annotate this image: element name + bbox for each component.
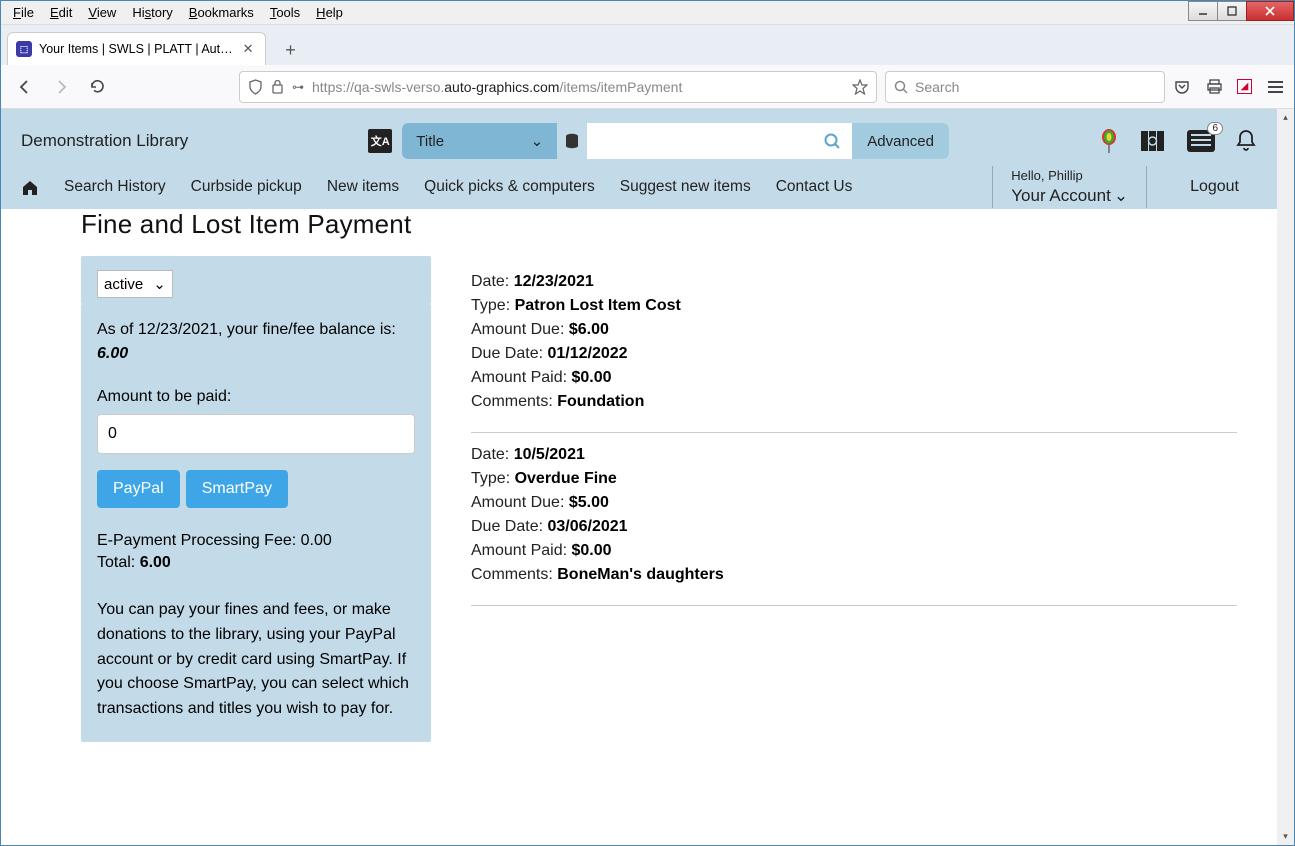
chevron-down-icon: ⌄ [153, 275, 166, 293]
language-icon[interactable]: 文A [368, 129, 392, 153]
tab-title: Your Items | SWLS | PLATT | Aut… [39, 42, 233, 56]
toolbar: ⊶ https://qa-swls-verso.auto-graphics.co… [1, 65, 1294, 109]
shield-icon [248, 79, 263, 95]
paypal-button[interactable]: PayPal [97, 470, 180, 508]
menu-file[interactable]: File [5, 3, 42, 22]
balance-text: As of 12/23/2021, your fine/fee balance … [97, 318, 415, 366]
menu-tools[interactable]: Tools [262, 3, 308, 22]
tab-close-button[interactable]: ✕ [240, 41, 257, 57]
status-filter-dropdown[interactable]: active ⌄ [97, 270, 173, 298]
notifications-bell-icon[interactable] [1235, 129, 1257, 153]
page-title: Fine and Lost Item Payment [81, 209, 1277, 240]
bookmark-star-icon[interactable] [852, 79, 868, 95]
amount-input[interactable] [97, 414, 415, 454]
list-badge: 6 [1207, 122, 1223, 135]
window-close-button[interactable] [1246, 1, 1294, 21]
chevron-down-icon: ⌄ [531, 132, 544, 150]
smartpay-button[interactable]: SmartPay [186, 470, 288, 508]
app-menu-button[interactable] [1266, 78, 1284, 96]
payment-panel: active ⌄ [81, 256, 431, 304]
search-type-dropdown[interactable]: Title ⌄ [402, 123, 557, 159]
scroll-up-arrow[interactable]: ▴ [1277, 109, 1294, 126]
lists-button[interactable]: 6 [1187, 130, 1215, 152]
nav-contact-us[interactable]: Contact Us [776, 178, 853, 196]
new-tab-button[interactable]: + [276, 35, 306, 65]
nav-curbside-pickup[interactable]: Curbside pickup [191, 178, 302, 196]
window-maximize-button[interactable] [1217, 1, 1247, 21]
extension-icon[interactable]: ◢ [1237, 79, 1252, 94]
nav-new-items[interactable]: New items [327, 178, 399, 196]
nav-search-history[interactable]: Search History [64, 178, 166, 196]
total-line: Total: 6.00 [97, 554, 415, 572]
pocket-icon[interactable] [1173, 78, 1191, 96]
fines-list: Date: 12/23/2021Type: Patron Lost Item C… [471, 256, 1277, 742]
menu-edit[interactable]: Edit [42, 3, 80, 22]
chevron-down-icon: ⌄ [1114, 185, 1128, 206]
address-bar[interactable]: ⊶ https://qa-swls-verso.auto-graphics.co… [239, 71, 877, 103]
home-icon[interactable] [21, 179, 39, 196]
processing-fee: E-Payment Processing Fee: 0.00 [97, 532, 415, 550]
menu-history[interactable]: History [124, 3, 180, 22]
amount-label: Amount to be paid: [97, 388, 415, 406]
nav-quick-picks[interactable]: Quick picks & computers [424, 178, 595, 196]
menu-view[interactable]: View [80, 3, 124, 22]
reload-button[interactable] [83, 73, 111, 101]
fine-item: Date: 12/23/2021Type: Patron Lost Item C… [471, 260, 1237, 433]
tab-strip: ⬚ Your Items | SWLS | PLATT | Aut… ✕ + [1, 25, 1294, 65]
catalog-search-input[interactable] [587, 123, 812, 159]
window-minimize-button[interactable] [1188, 1, 1218, 21]
account-menu[interactable]: Hello, Phillip Your Account⌄ [992, 166, 1147, 208]
search-button[interactable] [812, 123, 852, 159]
library-nav: Search History Curbside pickup New items… [1, 165, 1277, 209]
library-name: Demonstration Library [21, 131, 188, 151]
greeting: Hello, Phillip [1011, 168, 1128, 184]
permissions-icon: ⊶ [292, 80, 304, 94]
menu-bookmarks[interactable]: Bookmarks [181, 3, 262, 22]
logout-link[interactable]: Logout [1172, 178, 1257, 196]
vertical-scrollbar[interactable]: ▴ ▾ [1277, 109, 1294, 845]
menu-help[interactable]: Help [308, 3, 351, 22]
balloon-icon[interactable] [1099, 128, 1119, 154]
browser-menubar: File Edit View History Bookmarks Tools H… [1, 1, 1294, 25]
favicon-icon: ⬚ [16, 41, 32, 57]
help-text: You can pay your fines and fees, or make… [97, 598, 415, 722]
back-button[interactable] [11, 73, 39, 101]
browser-search-box[interactable]: Search [885, 71, 1165, 103]
library-header: Demonstration Library 文A Title ⌄ Adva [1, 109, 1277, 165]
forward-button[interactable] [47, 73, 75, 101]
print-icon[interactable] [1205, 78, 1223, 96]
browser-tab[interactable]: ⬚ Your Items | SWLS | PLATT | Aut… ✕ [7, 32, 266, 65]
fine-item: Date: 10/5/2021Type: Overdue FineAmount … [471, 433, 1237, 606]
lock-icon [271, 79, 284, 94]
nav-suggest-new[interactable]: Suggest new items [620, 178, 751, 196]
search-placeholder: Search [915, 79, 959, 95]
database-icon[interactable] [557, 123, 587, 159]
scroll-down-arrow[interactable]: ▾ [1277, 828, 1294, 845]
advanced-search-button[interactable]: Advanced [852, 123, 949, 159]
url-text: https://qa-swls-verso.auto-graphics.com/… [312, 79, 844, 95]
resources-icon[interactable] [1139, 129, 1167, 153]
search-icon [894, 80, 908, 94]
